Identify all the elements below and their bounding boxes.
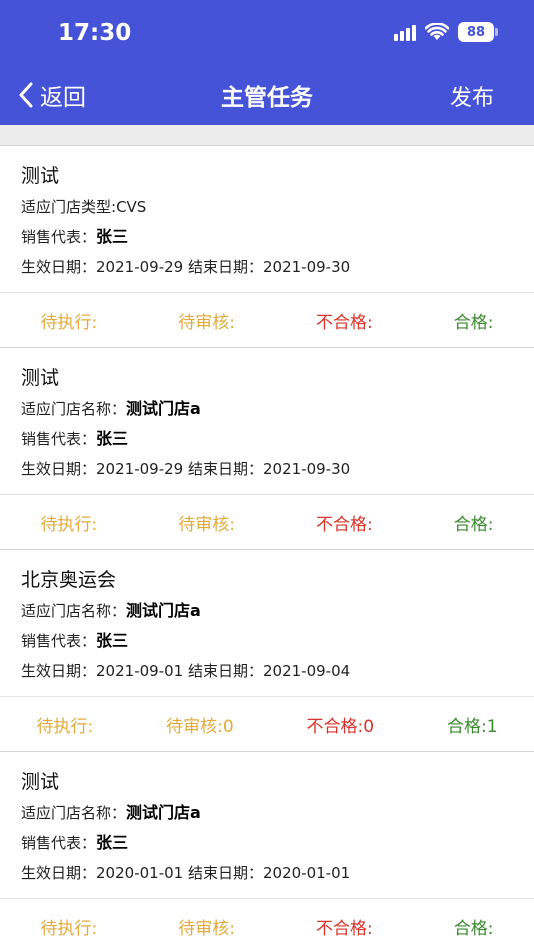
app-header: 17:30 88 返回 主管任务 发布 bbox=[0, 0, 534, 125]
store-scope-label: 适应门店名称： bbox=[21, 602, 127, 620]
task-title: 测试 bbox=[21, 367, 60, 389]
task-stats: 待执行: 待审核: 不合格: 合格: bbox=[0, 293, 534, 347]
pass-stat[interactable]: 合格: bbox=[454, 510, 494, 535]
start-date-value: 2021-09-29 bbox=[96, 460, 184, 478]
wifi-icon bbox=[425, 23, 449, 40]
battery-level: 88 bbox=[458, 22, 494, 42]
store-scope-value: 测试门店a bbox=[126, 803, 201, 822]
task-list: 测试 适应门店类型:CVS 销售代表：张三 生效日期：2021-09-29 结束… bbox=[0, 145, 534, 950]
store-scope-row: 适应门店名称：测试门店a bbox=[21, 398, 534, 428]
task-stats: 待执行: 待审核: 不合格: 合格: bbox=[0, 899, 534, 950]
start-date-value: 2021-09-29 bbox=[96, 258, 184, 276]
date-row: 生效日期：2020-01-01 结束日期：2020-01-01 bbox=[21, 862, 534, 892]
sales-rep-label: 销售代表： bbox=[21, 430, 97, 448]
store-scope-label: 适应门店名称： bbox=[21, 804, 127, 822]
sales-rep-label: 销售代表： bbox=[21, 632, 97, 650]
start-date-label: 生效日期： bbox=[21, 460, 97, 478]
end-date-value: 2021-09-30 bbox=[263, 460, 351, 478]
start-date-label: 生效日期： bbox=[21, 258, 97, 276]
cellular-signal-icon bbox=[394, 23, 416, 41]
task-info: 北京奥运会 适应门店名称：测试门店a 销售代表：张三 生效日期：2021-09-… bbox=[0, 550, 534, 697]
end-date-label: 结束日期： bbox=[187, 662, 263, 680]
task-card[interactable]: 测试 适应门店名称：测试门店a 销售代表：张三 生效日期：2021-09-29 … bbox=[0, 347, 534, 549]
store-scope-row: 适应门店类型:CVS bbox=[21, 196, 534, 226]
sales-rep-value: 张三 bbox=[96, 227, 129, 246]
back-label: 返回 bbox=[40, 85, 86, 111]
review-stat[interactable]: 待审核: bbox=[178, 914, 235, 939]
sales-rep-row: 销售代表：张三 bbox=[21, 630, 534, 660]
chevron-left-icon bbox=[19, 82, 33, 108]
status-time: 17:30 bbox=[58, 20, 132, 46]
store-scope-label: 适应门店类型: bbox=[21, 198, 117, 216]
review-stat[interactable]: 待审核:0 bbox=[166, 712, 234, 737]
task-title: 北京奥运会 bbox=[21, 569, 117, 591]
end-date-value: 2021-09-04 bbox=[263, 662, 351, 680]
end-date-value: 2021-09-30 bbox=[263, 258, 351, 276]
pass-stat[interactable]: 合格: bbox=[454, 308, 494, 333]
pass-stat[interactable]: 合格:1 bbox=[447, 712, 498, 737]
sales-rep-label: 销售代表： bbox=[21, 834, 97, 852]
task-card[interactable]: 测试 适应门店类型:CVS 销售代表：张三 生效日期：2021-09-29 结束… bbox=[0, 145, 534, 347]
store-scope-value: 测试门店a bbox=[126, 601, 201, 620]
publish-button[interactable]: 发布 bbox=[450, 80, 494, 112]
pending-stat[interactable]: 待执行: bbox=[41, 510, 98, 535]
task-title: 测试 bbox=[21, 771, 60, 793]
sales-rep-value: 张三 bbox=[96, 631, 129, 650]
task-card[interactable]: 测试 适应门店名称：测试门店a 销售代表：张三 生效日期：2020-01-01 … bbox=[0, 751, 534, 950]
battery-icon: 88 bbox=[458, 22, 498, 42]
date-row: 生效日期：2021-09-29 结束日期：2021-09-30 bbox=[21, 458, 534, 488]
review-stat[interactable]: 待审核: bbox=[178, 308, 235, 333]
task-info: 测试 适应门店名称：测试门店a 销售代表：张三 生效日期：2021-09-29 … bbox=[0, 348, 534, 495]
store-scope-row: 适应门店名称：测试门店a bbox=[21, 802, 534, 832]
pass-stat[interactable]: 合格: bbox=[454, 914, 494, 939]
sales-rep-row: 销售代表：张三 bbox=[21, 226, 534, 256]
review-stat[interactable]: 待审核: bbox=[178, 510, 235, 535]
end-date-value: 2020-01-01 bbox=[263, 864, 351, 882]
end-date-label: 结束日期： bbox=[187, 258, 263, 276]
fail-stat[interactable]: 不合格: bbox=[316, 308, 373, 333]
sales-rep-row: 销售代表：张三 bbox=[21, 428, 534, 458]
fail-stat[interactable]: 不合格:0 bbox=[307, 712, 375, 737]
store-scope-value: CVS bbox=[116, 198, 147, 216]
sales-rep-row: 销售代表：张三 bbox=[21, 832, 534, 862]
store-scope-label: 适应门店名称： bbox=[21, 400, 127, 418]
sales-rep-value: 张三 bbox=[96, 429, 129, 448]
pending-stat[interactable]: 待执行: bbox=[36, 712, 93, 737]
fail-stat[interactable]: 不合格: bbox=[316, 914, 373, 939]
task-card[interactable]: 北京奥运会 适应门店名称：测试门店a 销售代表：张三 生效日期：2021-09-… bbox=[0, 549, 534, 751]
status-icons: 88 bbox=[394, 22, 498, 42]
start-date-value: 2021-09-01 bbox=[96, 662, 184, 680]
start-date-value: 2020-01-01 bbox=[96, 864, 184, 882]
store-scope-value: 测试门店a bbox=[126, 399, 201, 418]
start-date-label: 生效日期： bbox=[21, 864, 97, 882]
fail-stat[interactable]: 不合格: bbox=[316, 510, 373, 535]
start-date-label: 生效日期： bbox=[21, 662, 97, 680]
pending-stat[interactable]: 待执行: bbox=[41, 914, 98, 939]
task-stats: 待执行: 待审核: 不合格: 合格: bbox=[0, 495, 534, 549]
sales-rep-label: 销售代表： bbox=[21, 228, 97, 246]
store-scope-row: 适应门店名称：测试门店a bbox=[21, 600, 534, 630]
end-date-label: 结束日期： bbox=[187, 460, 263, 478]
task-info: 测试 适应门店类型:CVS 销售代表：张三 生效日期：2021-09-29 结束… bbox=[0, 146, 534, 293]
task-info: 测试 适应门店名称：测试门店a 销售代表：张三 生效日期：2020-01-01 … bbox=[0, 752, 534, 899]
task-stats: 待执行: 待审核:0 不合格:0 合格:1 bbox=[0, 697, 534, 751]
sales-rep-value: 张三 bbox=[96, 833, 129, 852]
task-title: 测试 bbox=[21, 165, 60, 187]
date-row: 生效日期：2021-09-01 结束日期：2021-09-04 bbox=[21, 660, 534, 690]
pending-stat[interactable]: 待执行: bbox=[41, 308, 98, 333]
end-date-label: 结束日期： bbox=[187, 864, 263, 882]
back-button[interactable]: 返回 bbox=[18, 78, 86, 112]
date-row: 生效日期：2021-09-29 结束日期：2021-09-30 bbox=[21, 256, 534, 286]
